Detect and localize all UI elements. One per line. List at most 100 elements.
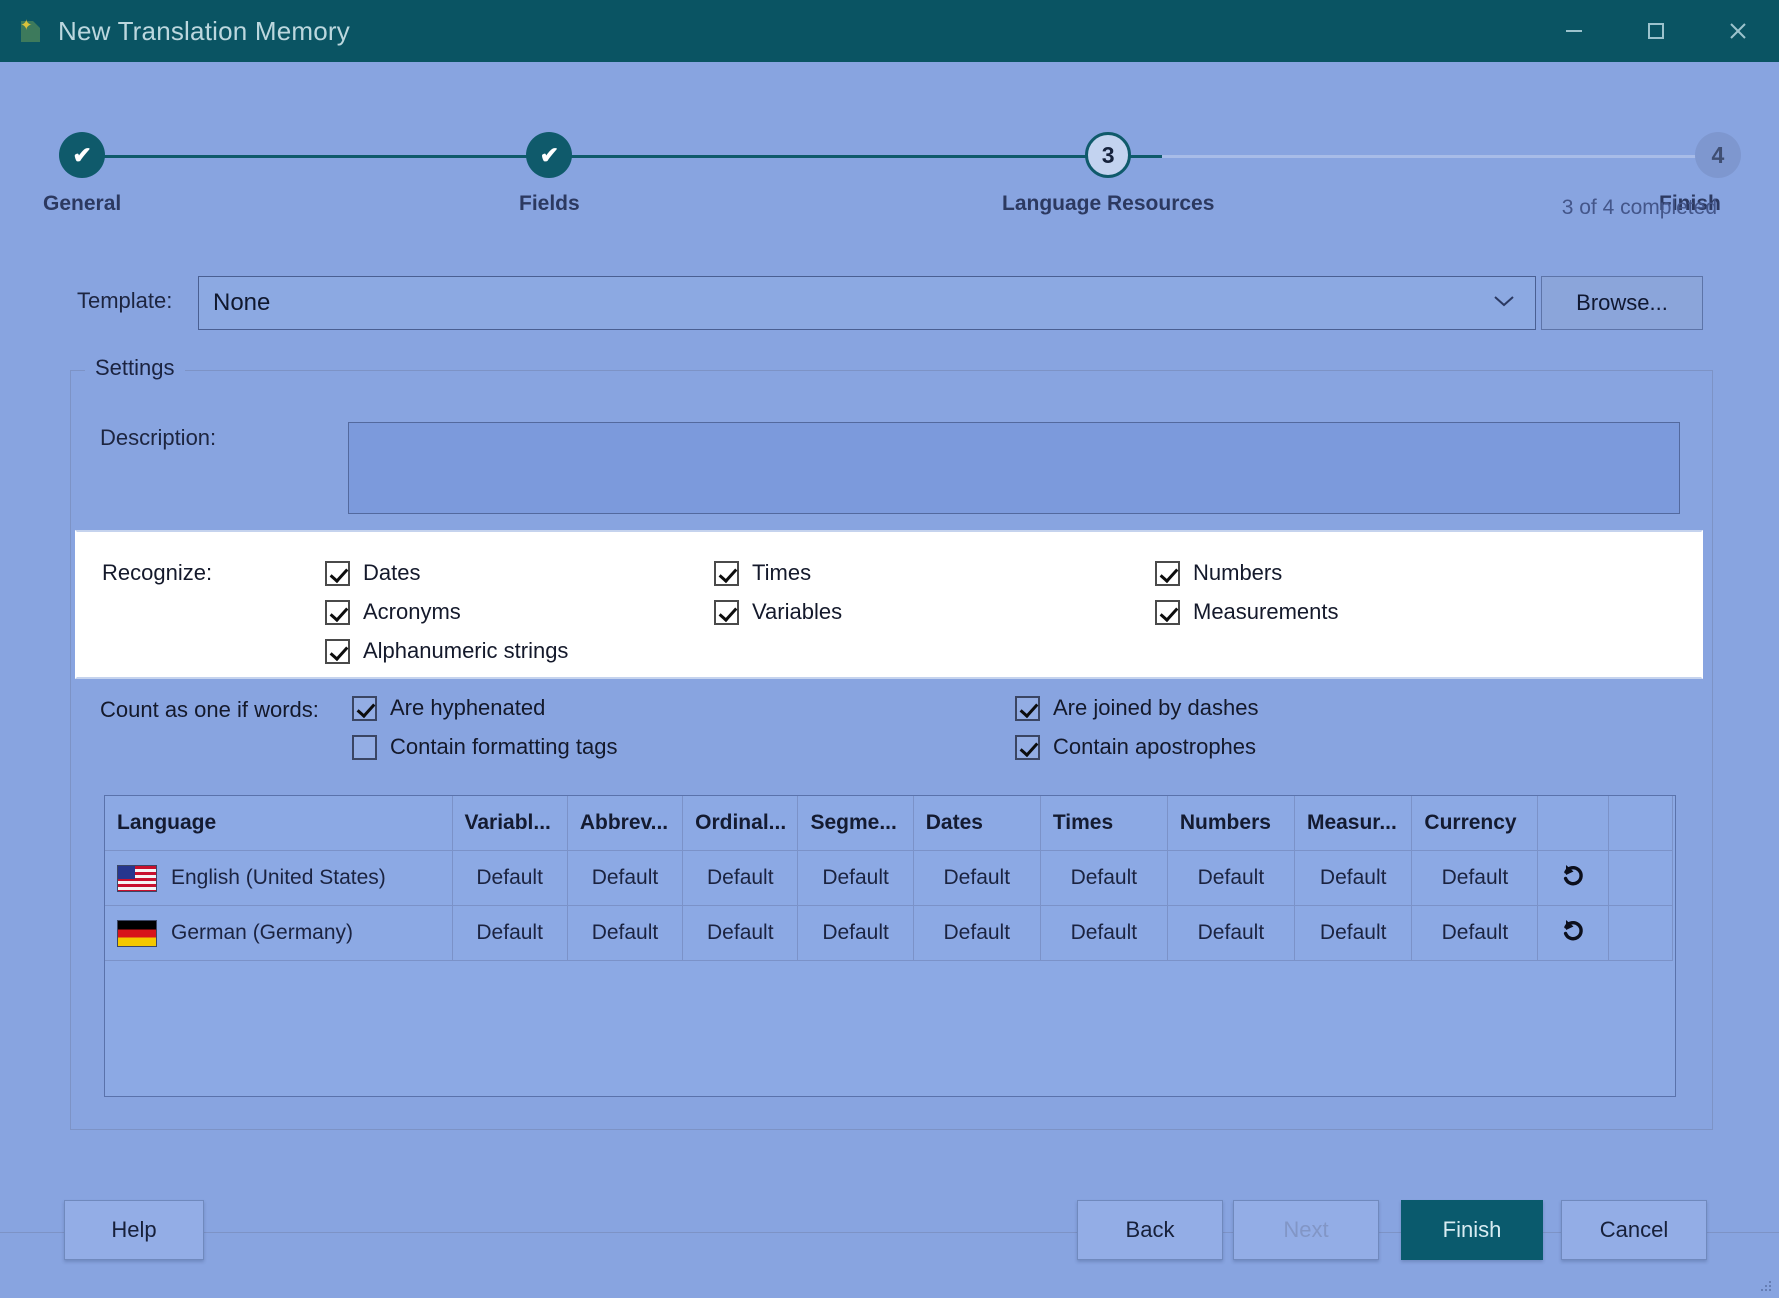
column-header-currency[interactable]: Currency xyxy=(1412,796,1538,851)
cell-measurements[interactable]: Default xyxy=(1294,906,1411,961)
stepper-track-completed xyxy=(66,155,1162,158)
us-flag-icon xyxy=(117,865,157,892)
checkbox-contain-formatting-tags[interactable]: Contain formatting tags xyxy=(352,734,617,760)
checkbox-are-hyphenated-box[interactable] xyxy=(352,696,377,721)
checkbox-measurements-label: Measurements xyxy=(1193,599,1339,625)
reset-row-button[interactable] xyxy=(1538,906,1608,961)
progress-text: 3 of 4 completed xyxy=(1562,196,1717,220)
checkbox-measurements-box[interactable] xyxy=(1155,600,1180,625)
cell-currency[interactable]: Default xyxy=(1412,851,1538,906)
cell-dates[interactable]: Default xyxy=(913,851,1040,906)
cell-abbreviations[interactable]: Default xyxy=(567,851,682,906)
cell-currency[interactable]: Default xyxy=(1412,906,1538,961)
column-header-variables[interactable]: Variabl... xyxy=(452,796,567,851)
column-header-abbreviations[interactable]: Abbrev... xyxy=(567,796,682,851)
reset-row-button[interactable] xyxy=(1538,851,1608,906)
language-resources-table[interactable]: Language Variabl... Abbrev... Ordinal...… xyxy=(104,795,1676,1097)
language-name: English (United States) xyxy=(171,866,386,890)
minimize-icon[interactable] xyxy=(1533,0,1615,62)
maximize-icon[interactable] xyxy=(1615,0,1697,62)
checkbox-dates-box[interactable] xyxy=(325,561,350,586)
cell-language-german: German (Germany) xyxy=(105,906,452,961)
checkbox-are-hyphenated-label: Are hyphenated xyxy=(390,695,545,721)
checkbox-variables-box[interactable] xyxy=(714,600,739,625)
column-header-ordinals[interactable]: Ordinal... xyxy=(683,796,798,851)
checkbox-times-label: Times xyxy=(752,560,811,586)
checkbox-alphanumeric-strings-label: Alphanumeric strings xyxy=(363,638,568,664)
cell-language-english: English (United States) xyxy=(105,851,452,906)
checkbox-are-joined-by-dashes[interactable]: Are joined by dashes xyxy=(1015,695,1258,721)
stepper-label-general: General xyxy=(43,192,121,216)
checkbox-variables[interactable]: Variables xyxy=(714,599,842,625)
stepper-check-icon: ✔ xyxy=(526,132,572,178)
browse-button[interactable]: Browse... xyxy=(1541,276,1703,330)
recognize-label: Recognize: xyxy=(102,560,212,586)
reset-icon xyxy=(1557,914,1589,950)
description-label: Description: xyxy=(100,425,216,451)
language-name: German (Germany) xyxy=(171,921,353,945)
chevron-down-icon xyxy=(1491,293,1517,314)
column-header-numbers[interactable]: Numbers xyxy=(1167,796,1294,851)
stepper-number-4: 4 xyxy=(1695,132,1741,178)
checkbox-contain-apostrophes-box[interactable] xyxy=(1015,735,1040,760)
column-header-times[interactable]: Times xyxy=(1040,796,1167,851)
cell-segmentation[interactable]: Default xyxy=(798,906,913,961)
cell-numbers[interactable]: Default xyxy=(1167,906,1294,961)
template-row: Template: None Browse... xyxy=(0,276,1779,336)
window-title: New Translation Memory xyxy=(58,16,350,47)
stepper-label-language-resources: Language Resources xyxy=(1002,192,1214,216)
description-input[interactable] xyxy=(348,422,1680,514)
checkbox-alphanumeric-strings[interactable]: Alphanumeric strings xyxy=(325,638,568,664)
translation-memory-icon: ✦ xyxy=(18,18,44,44)
stepper-step-fields[interactable]: ✔ Fields xyxy=(519,132,580,216)
cell-dates[interactable]: Default xyxy=(913,906,1040,961)
cell-segmentation[interactable]: Default xyxy=(798,851,913,906)
help-button[interactable]: Help xyxy=(64,1200,204,1260)
checkbox-contain-formatting-tags-box[interactable] xyxy=(352,735,377,760)
cell-ordinals[interactable]: Default xyxy=(683,906,798,961)
table-row[interactable]: German (Germany) Default Default Default… xyxy=(105,906,1673,961)
table-row[interactable]: English (United States) Default Default … xyxy=(105,851,1673,906)
checkbox-are-joined-by-dashes-label: Are joined by dashes xyxy=(1053,695,1258,721)
cell-measurements[interactable]: Default xyxy=(1294,851,1411,906)
cell-numbers[interactable]: Default xyxy=(1167,851,1294,906)
checkbox-dates[interactable]: Dates xyxy=(325,560,420,586)
checkbox-measurements[interactable]: Measurements xyxy=(1155,599,1339,625)
column-header-segmentation[interactable]: Segme... xyxy=(798,796,913,851)
cell-ordinals[interactable]: Default xyxy=(683,851,798,906)
checkbox-variables-label: Variables xyxy=(752,599,842,625)
window-controls xyxy=(1533,0,1779,62)
close-icon[interactable] xyxy=(1697,0,1779,62)
settings-legend: Settings xyxy=(85,355,185,381)
column-header-spare[interactable] xyxy=(1608,796,1672,851)
stepper-step-language-resources[interactable]: 3 Language Resources xyxy=(1002,132,1214,216)
checkbox-acronyms-box[interactable] xyxy=(325,600,350,625)
column-header-measurements[interactable]: Measur... xyxy=(1294,796,1411,851)
stepper-step-general[interactable]: ✔ General xyxy=(43,132,121,216)
cell-variables[interactable]: Default xyxy=(452,851,567,906)
checkbox-are-hyphenated[interactable]: Are hyphenated xyxy=(352,695,545,721)
template-label: Template: xyxy=(77,288,172,314)
cell-times[interactable]: Default xyxy=(1040,851,1167,906)
checkbox-numbers[interactable]: Numbers xyxy=(1155,560,1282,586)
checkbox-numbers-box[interactable] xyxy=(1155,561,1180,586)
column-header-dates[interactable]: Dates xyxy=(913,796,1040,851)
checkbox-times[interactable]: Times xyxy=(714,560,811,586)
resize-grip[interactable] xyxy=(1757,1277,1773,1293)
template-dropdown[interactable]: None xyxy=(198,276,1536,330)
checkbox-acronyms[interactable]: Acronyms xyxy=(325,599,461,625)
column-header-language[interactable]: Language xyxy=(105,796,452,851)
checkbox-contain-apostrophes[interactable]: Contain apostrophes xyxy=(1015,734,1256,760)
checkbox-times-box[interactable] xyxy=(714,561,739,586)
checkbox-acronyms-label: Acronyms xyxy=(363,599,461,625)
back-button[interactable]: Back xyxy=(1077,1200,1223,1260)
cancel-button[interactable]: Cancel xyxy=(1561,1200,1707,1260)
checkbox-are-joined-by-dashes-box[interactable] xyxy=(1015,696,1040,721)
cell-abbreviations[interactable]: Default xyxy=(567,906,682,961)
cell-spare xyxy=(1608,851,1672,906)
finish-button[interactable]: Finish xyxy=(1401,1200,1543,1260)
column-header-reset[interactable] xyxy=(1538,796,1608,851)
cell-variables[interactable]: Default xyxy=(452,906,567,961)
cell-times[interactable]: Default xyxy=(1040,906,1167,961)
checkbox-alphanumeric-strings-box[interactable] xyxy=(325,639,350,664)
